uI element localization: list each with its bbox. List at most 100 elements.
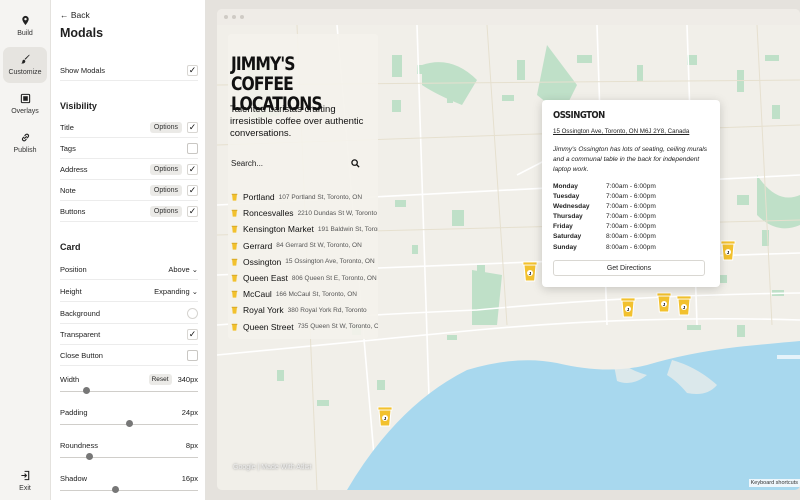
rail-exit-label: Exit [19, 485, 31, 492]
title-checkbox[interactable]: ✓ [187, 122, 198, 133]
rail-build[interactable]: Build [3, 8, 47, 44]
buttons-checkbox[interactable]: ✓ [187, 206, 198, 217]
note-checkbox[interactable]: ✓ [187, 185, 198, 196]
coffee-cup-icon [231, 258, 238, 266]
show-modals-checkbox[interactable]: ✓ [187, 65, 198, 76]
opening-hours: Monday 7:00am - 6:00pm Tuesday 7:00am - 6:0… [553, 183, 703, 254]
coffee-marker-icon[interactable]: J [377, 404, 393, 428]
shadow-slider[interactable] [60, 486, 198, 494]
coffee-cup-icon [231, 291, 238, 298]
location-address: 806 Queen St E, Toronto, ON [291, 274, 377, 282]
coffee-marker-icon[interactable]: J [676, 293, 692, 317]
transparent-checkbox[interactable]: ✓ [187, 329, 198, 340]
position-select[interactable]: Above ⌄ [168, 265, 198, 274]
hours-time: 7:00am - 6:00pm [606, 213, 656, 221]
location-name: Ossington [243, 256, 282, 267]
get-directions-button[interactable]: Get Directions [553, 260, 705, 276]
width-reset-button[interactable]: Reset [148, 373, 172, 385]
location-name: Queen Street [243, 321, 294, 332]
search-input[interactable]: Search... [228, 155, 363, 171]
hours-time: 7:00am - 6:00pm [606, 223, 656, 231]
roundness-label: Roundness [60, 440, 98, 450]
popup-title: Ossington [553, 110, 605, 121]
background-row: Background [60, 304, 198, 324]
location-item[interactable]: Gerrard 84 Gerrard St W, Toronto, ON [228, 238, 378, 254]
coffee-marker-icon[interactable]: J [656, 290, 672, 314]
popup-address-link[interactable]: 15 Ossington Ave, Toronto, ON M6J 2Y8, C… [553, 128, 689, 135]
roundness-value: 8px [185, 440, 198, 450]
tags-checkbox[interactable] [187, 143, 198, 154]
slider-thumb[interactable] [112, 486, 120, 493]
hours-day: Saturday [553, 233, 582, 241]
coffee-marker-icon[interactable]: J [522, 259, 538, 283]
location-item[interactable]: Queen Street 735 Queen St W, Toronto, ON [228, 319, 378, 335]
location-item[interactable]: McCaul 166 McCaul St, Toronto, ON [228, 286, 378, 302]
location-name: Gerrard [243, 240, 273, 251]
slider-thumb[interactable] [85, 453, 93, 460]
height-row: Height Expanding ⌄ [60, 282, 198, 302]
keyboard-shortcuts-link[interactable]: Keyboard shortcuts [748, 479, 800, 487]
rail-publish[interactable]: Publish [3, 125, 47, 161]
buttons-options-button[interactable]: Options [149, 206, 182, 217]
location-item[interactable]: Ossington 15 Ossington Ave, Toronto, ON [228, 254, 378, 270]
slider-thumb[interactable] [83, 387, 91, 394]
location-item[interactable]: Royal York 380 Royal York Rd, Toronto [228, 302, 378, 318]
background-color-swatch[interactable] [187, 308, 198, 319]
location-item[interactable]: Roncesvalles 2210 Dundas St W, Toronto [228, 205, 378, 221]
rail-exit[interactable]: Exit [3, 463, 47, 499]
padding-slider[interactable] [60, 420, 198, 428]
width-value: 340px [177, 374, 198, 384]
map-pin-icon [21, 15, 29, 26]
hours-row: Thursday 7:00am - 6:00pm [553, 213, 703, 223]
back-link[interactable]: ← Back [60, 10, 90, 20]
visibility-row-title: Title Options ✓ [60, 118, 198, 138]
layers-icon [20, 93, 30, 104]
close-button-checkbox[interactable] [187, 350, 198, 361]
hours-row: Monday 7:00am - 6:00pm [553, 183, 703, 193]
brush-icon [20, 54, 30, 64]
location-address: 191 Baldwin St, Toronto [317, 225, 378, 233]
hours-day: Monday [553, 183, 578, 190]
location-name: Kensington Market [243, 224, 314, 235]
rail-overlays[interactable]: Overlays [3, 86, 47, 122]
location-name: Royal York [243, 305, 284, 316]
show-modals-label: Show Modals [60, 66, 106, 75]
window-chrome [217, 9, 800, 25]
width-label: Width [60, 374, 80, 384]
visibility-row-buttons: Buttons Options ✓ [60, 202, 198, 222]
visibility-label: Title [60, 123, 74, 132]
map-credit: Google | Made With Atlist [233, 464, 312, 471]
brand-tagline: Talented baristas crafting irresistible … [230, 104, 364, 139]
slider-track [60, 489, 198, 491]
width-slider[interactable] [60, 387, 198, 395]
preview-window: JIMMY'S COFFEE LOCATIONS Talented barist… [217, 9, 800, 490]
hours-time: 7:00am - 6:00pm [606, 193, 656, 201]
address-options-button[interactable]: Options [149, 164, 182, 175]
visibility-row-address: Address Options ✓ [60, 160, 198, 180]
coffee-cup-icon [231, 242, 238, 250]
visibility-label: Note [60, 186, 76, 195]
padding-value: 24px [181, 407, 198, 417]
close-button-row: Close Button [60, 346, 198, 366]
address-checkbox[interactable]: ✓ [187, 164, 198, 175]
location-item[interactable]: Kensington Market191 Baldwin St, Toronto [228, 221, 378, 237]
rail-publish-label: Publish [13, 147, 37, 154]
coffee-marker-icon[interactable]: J [720, 238, 736, 262]
roundness-slider[interactable] [60, 453, 198, 461]
note-options-button[interactable]: Options [149, 185, 182, 196]
coffee-cup-icon [231, 307, 238, 315]
slider-track [60, 456, 198, 458]
height-select[interactable]: Expanding ⌄ [154, 287, 198, 296]
search-icon[interactable] [351, 158, 360, 168]
location-item[interactable]: Portland 107 Portland St, Toronto, ON [228, 189, 378, 205]
location-name: Roncesvalles [243, 208, 294, 219]
visibility-heading: Visibility [60, 101, 97, 111]
rail-customize[interactable]: Customize [3, 47, 47, 83]
show-modals-row: Show Modals ✓ [60, 61, 198, 81]
slider-thumb[interactable] [126, 420, 133, 427]
location-item[interactable]: Queen East 806 Queen St E, Toronto, ON [228, 270, 378, 286]
title-options-button[interactable]: Options [149, 122, 182, 133]
hours-row: Wednesday 7:00am - 6:00pm [553, 203, 703, 213]
coffee-marker-icon[interactable]: J [620, 295, 636, 319]
rail-build-label: Build [17, 30, 33, 37]
